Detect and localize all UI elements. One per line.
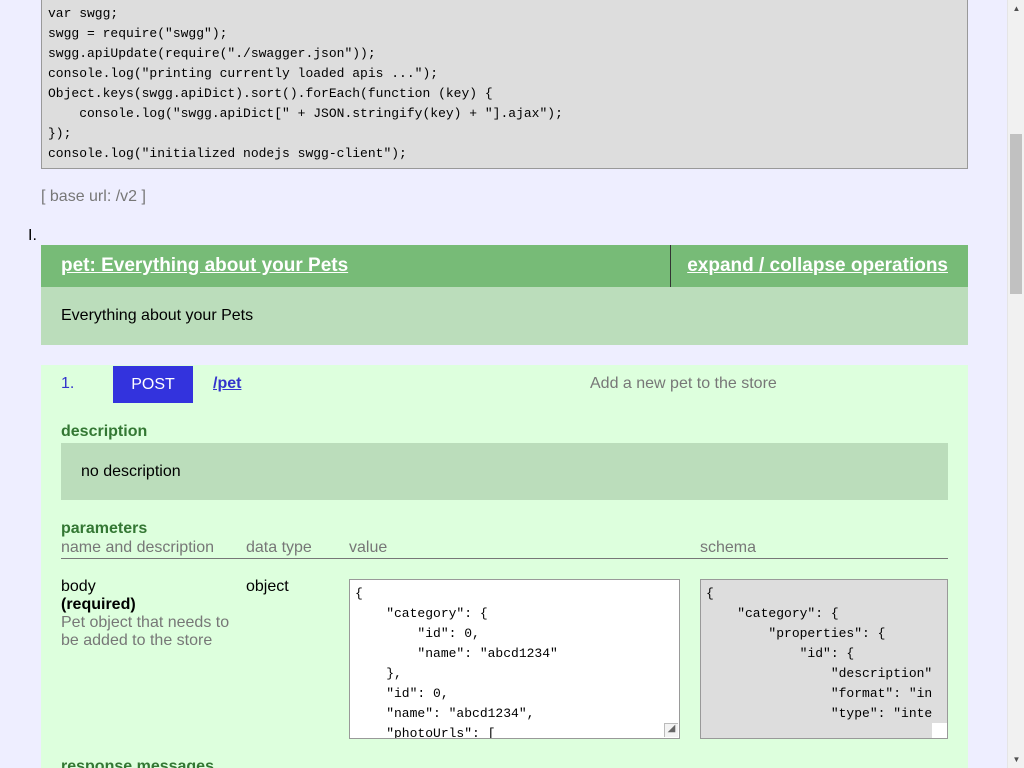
description-box: no description — [61, 443, 948, 500]
scroll-down-icon[interactable]: ▼ — [1008, 751, 1024, 768]
vertical-scrollbar[interactable]: ▲ ▼ — [1007, 0, 1024, 768]
page-viewport: var swgg; swgg = require("swgg"); swgg.a… — [0, 0, 1007, 768]
description-label: description — [61, 423, 148, 440]
operation-panel: 1. POST /pet Add a new pet to the store … — [41, 365, 968, 768]
schema-scroll-corner — [932, 723, 947, 738]
resource-index: I. — [28, 227, 37, 244]
resource-title-link[interactable]: pet: Everything about your Pets — [41, 245, 670, 287]
expand-collapse-link[interactable]: expand / collapse operations — [670, 245, 968, 287]
scroll-up-icon[interactable]: ▲ — [1008, 0, 1024, 17]
header-name: name and description — [61, 539, 214, 556]
base-url: [ base url: /v2 ] — [41, 188, 146, 205]
scrollbar-thumb[interactable] — [1010, 134, 1022, 294]
resource-header: pet: Everything about your Pets expand /… — [41, 245, 968, 287]
operation-path-link[interactable]: /pet — [213, 375, 241, 393]
method-badge[interactable]: POST — [113, 366, 193, 403]
operation-number: 1. — [61, 375, 75, 392]
param-schema-box: { "category": { "properties": { "id": { … — [700, 579, 948, 739]
param-required: (required) — [61, 596, 136, 613]
parameters-table-header: name and description data type value sch… — [61, 539, 948, 559]
operation-summary[interactable]: Add a new pet to the store — [590, 375, 777, 393]
param-type: object — [246, 578, 289, 595]
param-schema-text: { "category": { "properties": { "id": { … — [706, 586, 933, 721]
response-messages-label: response messages — [61, 758, 214, 768]
param-name: body — [61, 578, 96, 595]
param-value-text: { "category": { "id": 0, "name": "abcd12… — [355, 586, 558, 739]
param-value-textarea[interactable]: { "category": { "id": 0, "name": "abcd12… — [349, 579, 680, 739]
code-block: var swgg; swgg = require("swgg"); swgg.a… — [41, 0, 968, 169]
header-schema: schema — [700, 539, 757, 556]
resize-grip-icon[interactable]: ◢ — [664, 723, 678, 737]
header-value: value — [349, 539, 388, 556]
description-text: no description — [81, 462, 181, 480]
parameters-label: parameters — [61, 520, 148, 537]
header-type: data type — [246, 539, 312, 556]
resource-description: Everything about your Pets — [41, 287, 968, 345]
param-name-cell: body (required) Pet object that needs to… — [61, 578, 231, 650]
param-description: Pet object that needs to be added to the… — [61, 614, 230, 649]
